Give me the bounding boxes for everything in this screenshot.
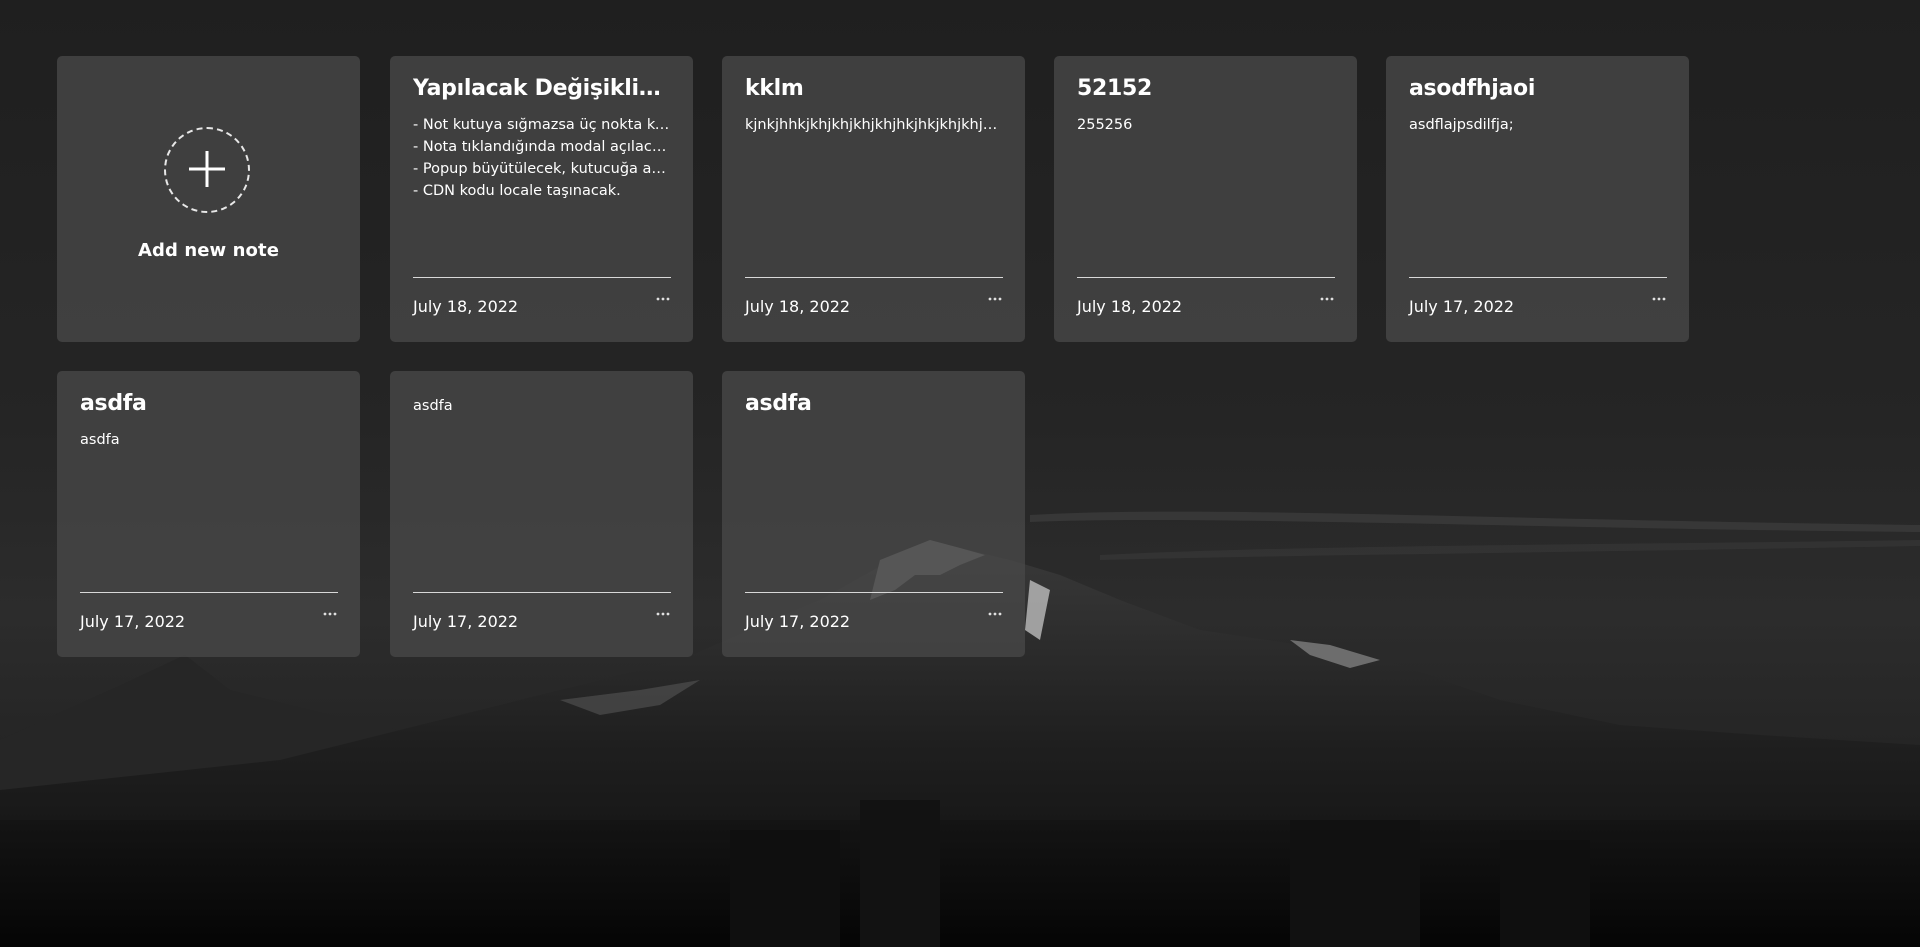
note-divider (80, 592, 338, 593)
note-card[interactable]: 52152 255256 July 18, 2022 (1054, 56, 1357, 342)
more-dots-icon (656, 612, 670, 616)
note-divider (413, 592, 671, 593)
notes-grid: Add new note Yapılacak Değişiklikler - N… (57, 56, 1697, 666)
note-divider (745, 277, 1003, 278)
note-line: kjnkjhhkjkhjkhjkhjkhjhkjhkjkhjkhjhhkjhkj… (745, 117, 1003, 133)
note-menu-button[interactable] (654, 294, 672, 304)
note-card[interactable]: asdfa July 17, 2022 (722, 371, 1025, 657)
plus-icon (189, 151, 225, 187)
note-divider (745, 592, 1003, 593)
note-menu-button[interactable] (986, 609, 1004, 619)
note-menu-button[interactable] (654, 609, 672, 619)
note-date: July 17, 2022 (1409, 297, 1515, 316)
note-line: asdfa (80, 432, 120, 448)
note-date: July 18, 2022 (745, 297, 851, 316)
note-body: asdflajpsdilfja; (1409, 114, 1667, 136)
note-menu-button[interactable] (1318, 294, 1336, 304)
note-line: - CDN kodu locale taşınacak. (413, 183, 621, 199)
note-card[interactable]: asdfa July 17, 2022 (390, 371, 693, 657)
more-dots-icon (323, 612, 337, 616)
note-date: July 17, 2022 (745, 612, 851, 631)
add-note-label: Add new note (137, 240, 280, 261)
add-note-circle[interactable] (164, 127, 250, 213)
note-divider (1077, 277, 1335, 278)
note-divider (1409, 277, 1667, 278)
note-title: 52152 (1077, 76, 1153, 101)
note-title: asdfa (80, 391, 147, 416)
more-dots-icon (988, 297, 1002, 301)
note-card[interactable]: asdfa asdfa July 17, 2022 (57, 371, 360, 657)
note-title: asdfa (745, 391, 812, 416)
note-line: - Popup büyütülecek, kutucuğa ayarlanaca… (413, 161, 671, 177)
more-dots-icon (1320, 297, 1334, 301)
more-dots-icon (988, 612, 1002, 616)
note-date: July 17, 2022 (413, 612, 519, 631)
note-line: - Not kutuya sığmazsa üç nokta konulacak… (413, 117, 671, 133)
note-title: kklm (745, 76, 804, 101)
note-body: - Not kutuya sığmazsa üç nokta konulacak… (413, 114, 671, 202)
note-divider (413, 277, 671, 278)
more-dots-icon (656, 297, 670, 301)
note-menu-button[interactable] (1650, 294, 1668, 304)
note-menu-button[interactable] (321, 609, 339, 619)
note-date: July 18, 2022 (1077, 297, 1183, 316)
note-line: asdflajpsdilfja; (1409, 117, 1514, 133)
note-body: 255256 (1077, 114, 1335, 136)
note-card[interactable]: Yapılacak Değişiklikler - Not kutuya sığ… (390, 56, 693, 342)
note-title: asodfhjaoi (1409, 76, 1536, 101)
note-card[interactable]: kklm kjnkjhhkjkhjkhjkhjkhjhkjhkjkhjkhjhh… (722, 56, 1025, 342)
note-card[interactable]: asodfhjaoi asdflajpsdilfja; July 17, 202… (1386, 56, 1689, 342)
note-menu-button[interactable] (986, 294, 1004, 304)
note-body: kjnkjhhkjkhjkhjkhjkhjhkjhkjkhjkhjhhkjhkj… (745, 114, 1003, 136)
note-line: asdfa (413, 398, 453, 414)
note-title: Yapılacak Değişiklikler (413, 76, 671, 101)
note-date: July 17, 2022 (80, 612, 186, 631)
note-body: asdfa (413, 395, 671, 417)
more-dots-icon (1652, 297, 1666, 301)
add-note-card[interactable]: Add new note (57, 56, 360, 342)
note-line: 255256 (1077, 117, 1133, 133)
note-line: - Nota tıklandığında modal açılacak. (413, 139, 671, 155)
note-date: July 18, 2022 (413, 297, 519, 316)
note-body: asdfa (80, 429, 338, 451)
